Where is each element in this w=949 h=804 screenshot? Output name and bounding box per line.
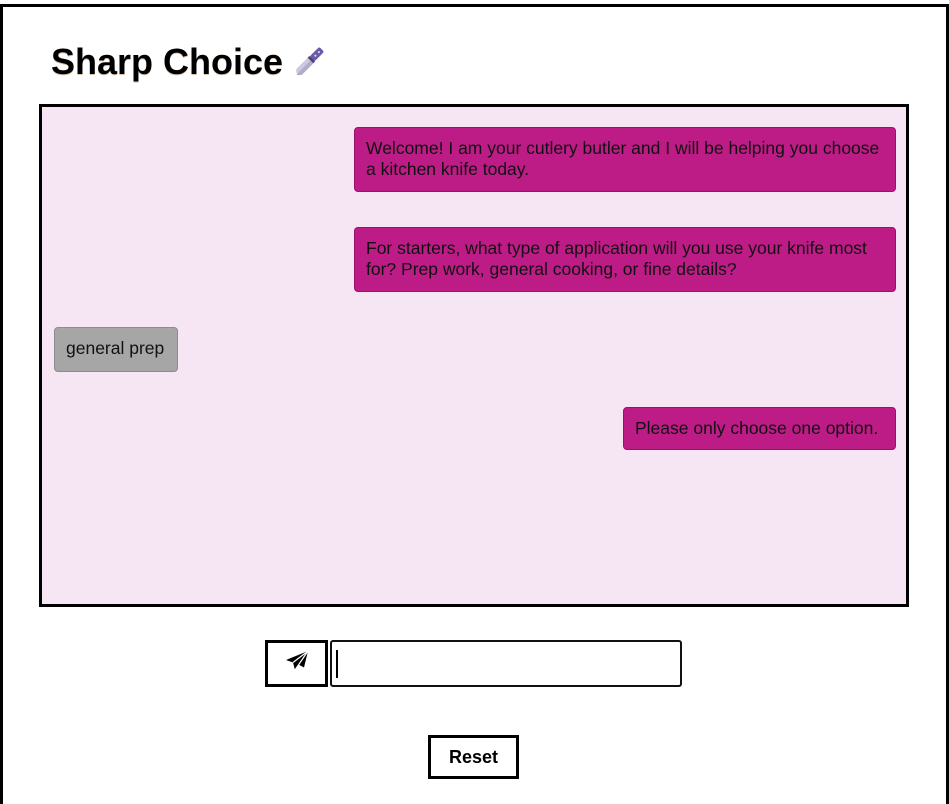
page-title: Sharp Choice xyxy=(51,41,284,82)
chat-window[interactable]: Welcome! I am your cutlery butler and I … xyxy=(39,104,909,607)
bot-message: For starters, what type of application w… xyxy=(354,227,896,292)
message-composer xyxy=(265,640,682,688)
header: Sharp Choice xyxy=(51,40,329,84)
send-button[interactable] xyxy=(265,640,328,687)
user-message: general prep xyxy=(54,327,178,372)
kitchen-knife-icon xyxy=(289,42,329,82)
text-caret xyxy=(336,650,338,678)
paper-plane-icon xyxy=(284,650,310,677)
bot-message: Please only choose one option. xyxy=(623,407,896,450)
bot-message: Welcome! I am your cutlery butler and I … xyxy=(354,127,896,192)
reset-button[interactable]: Reset xyxy=(428,735,519,779)
message-input[interactable] xyxy=(330,640,682,687)
